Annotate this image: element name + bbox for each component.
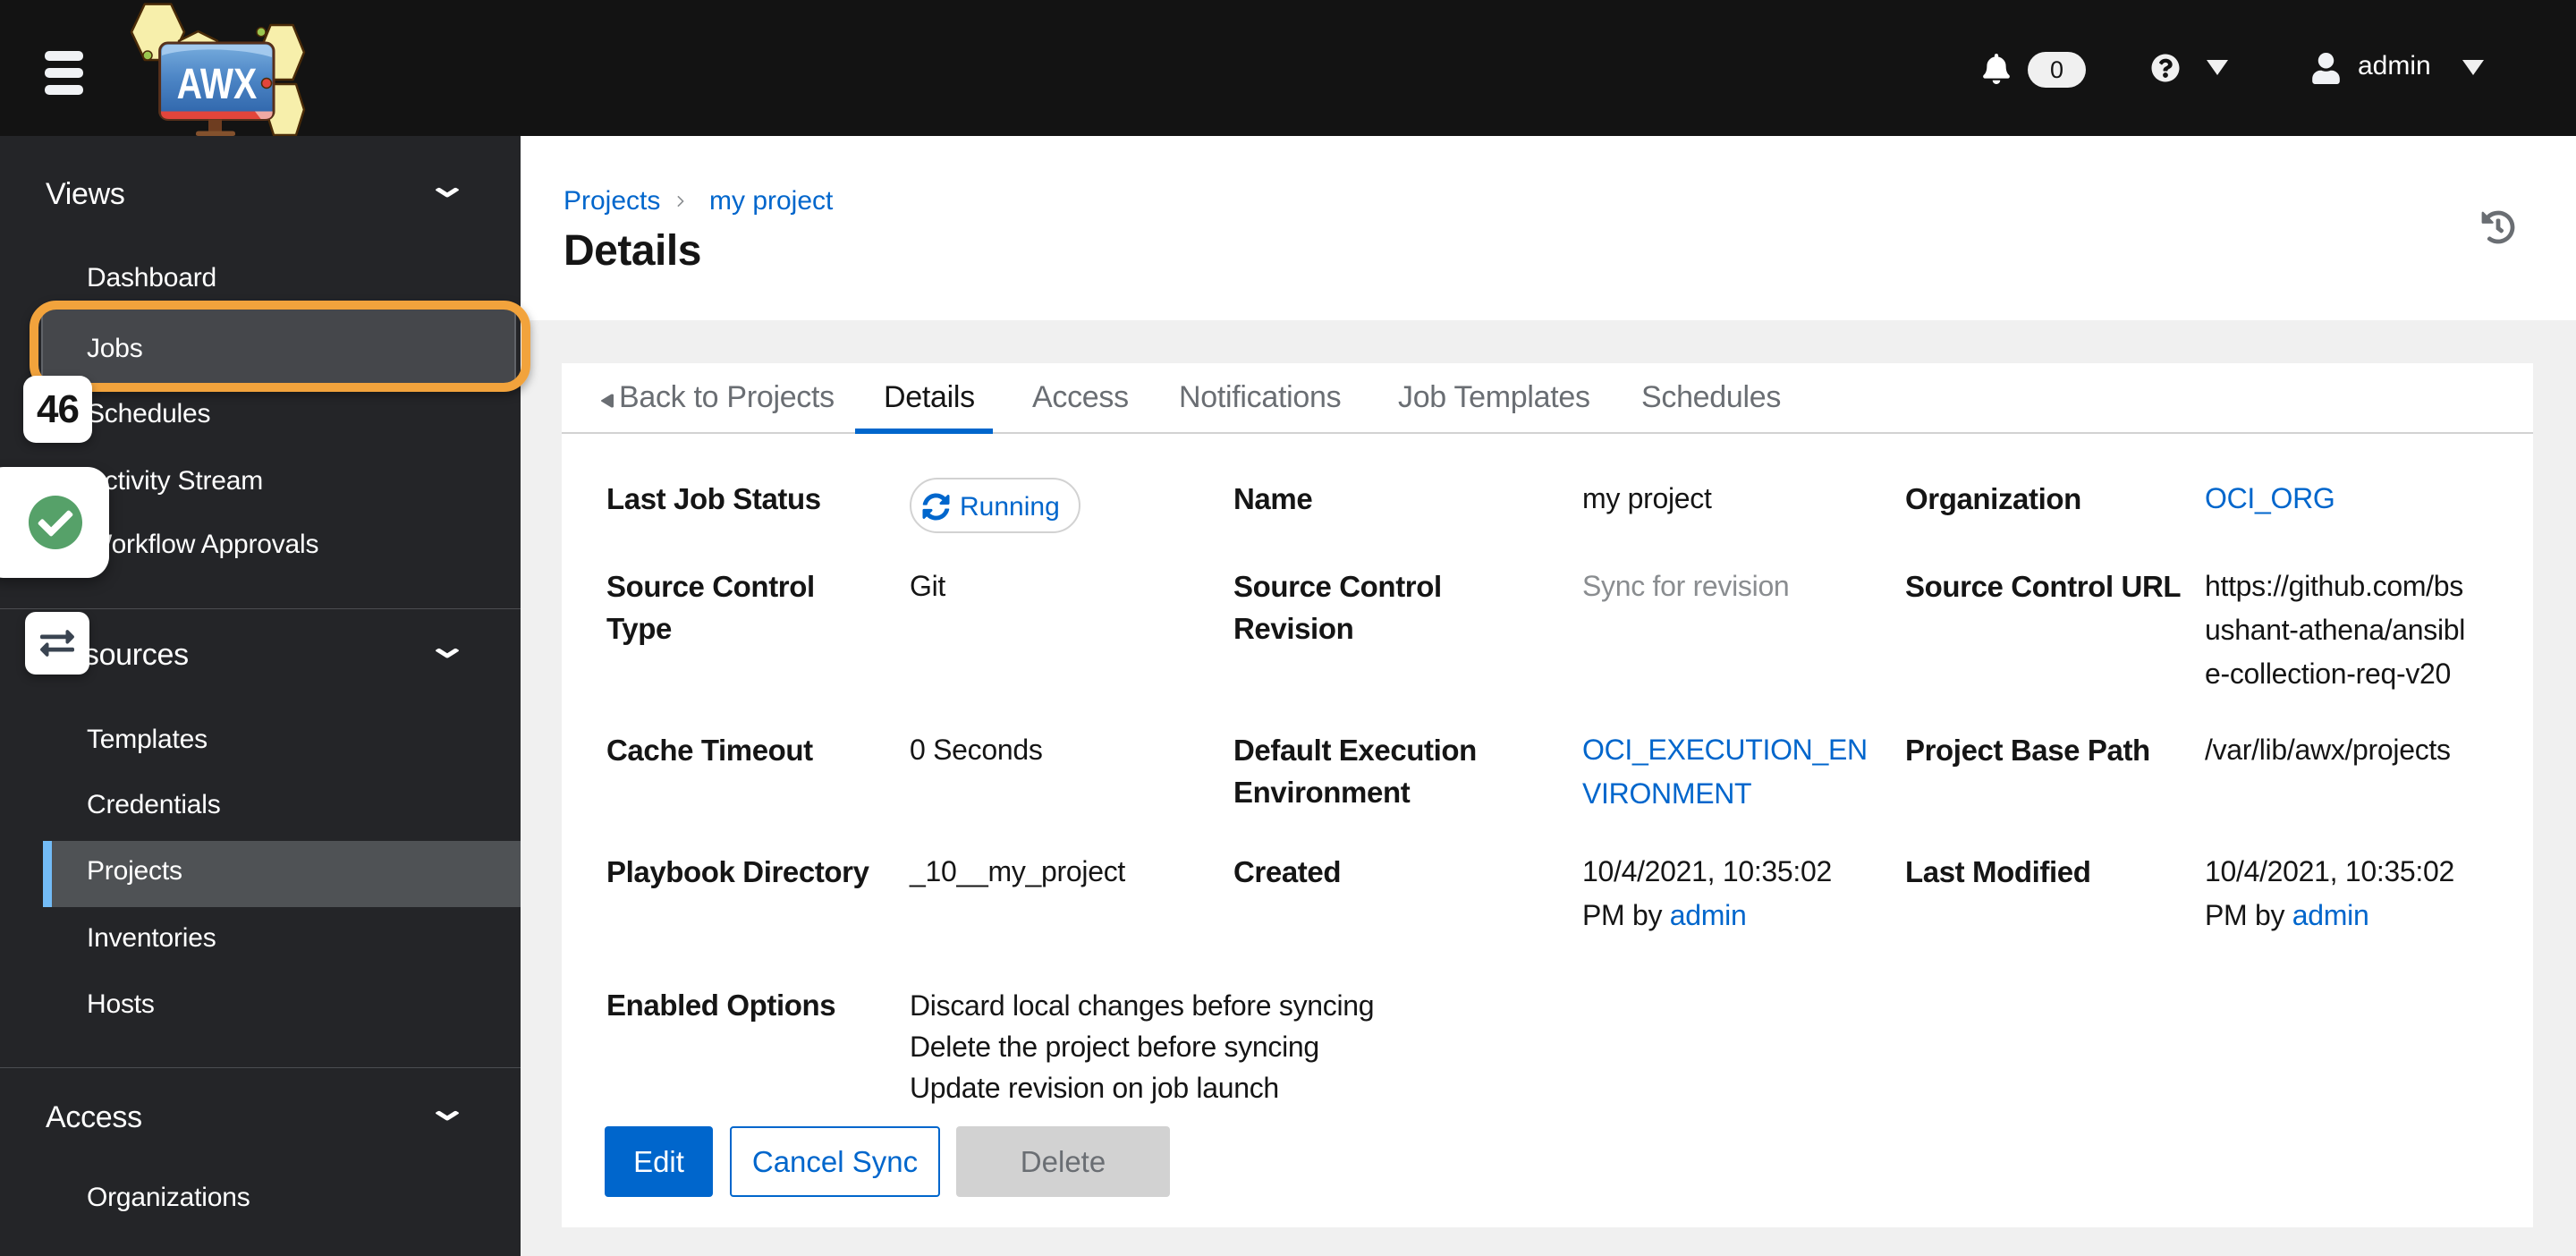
svg-text:AWX: AWX (177, 60, 258, 108)
